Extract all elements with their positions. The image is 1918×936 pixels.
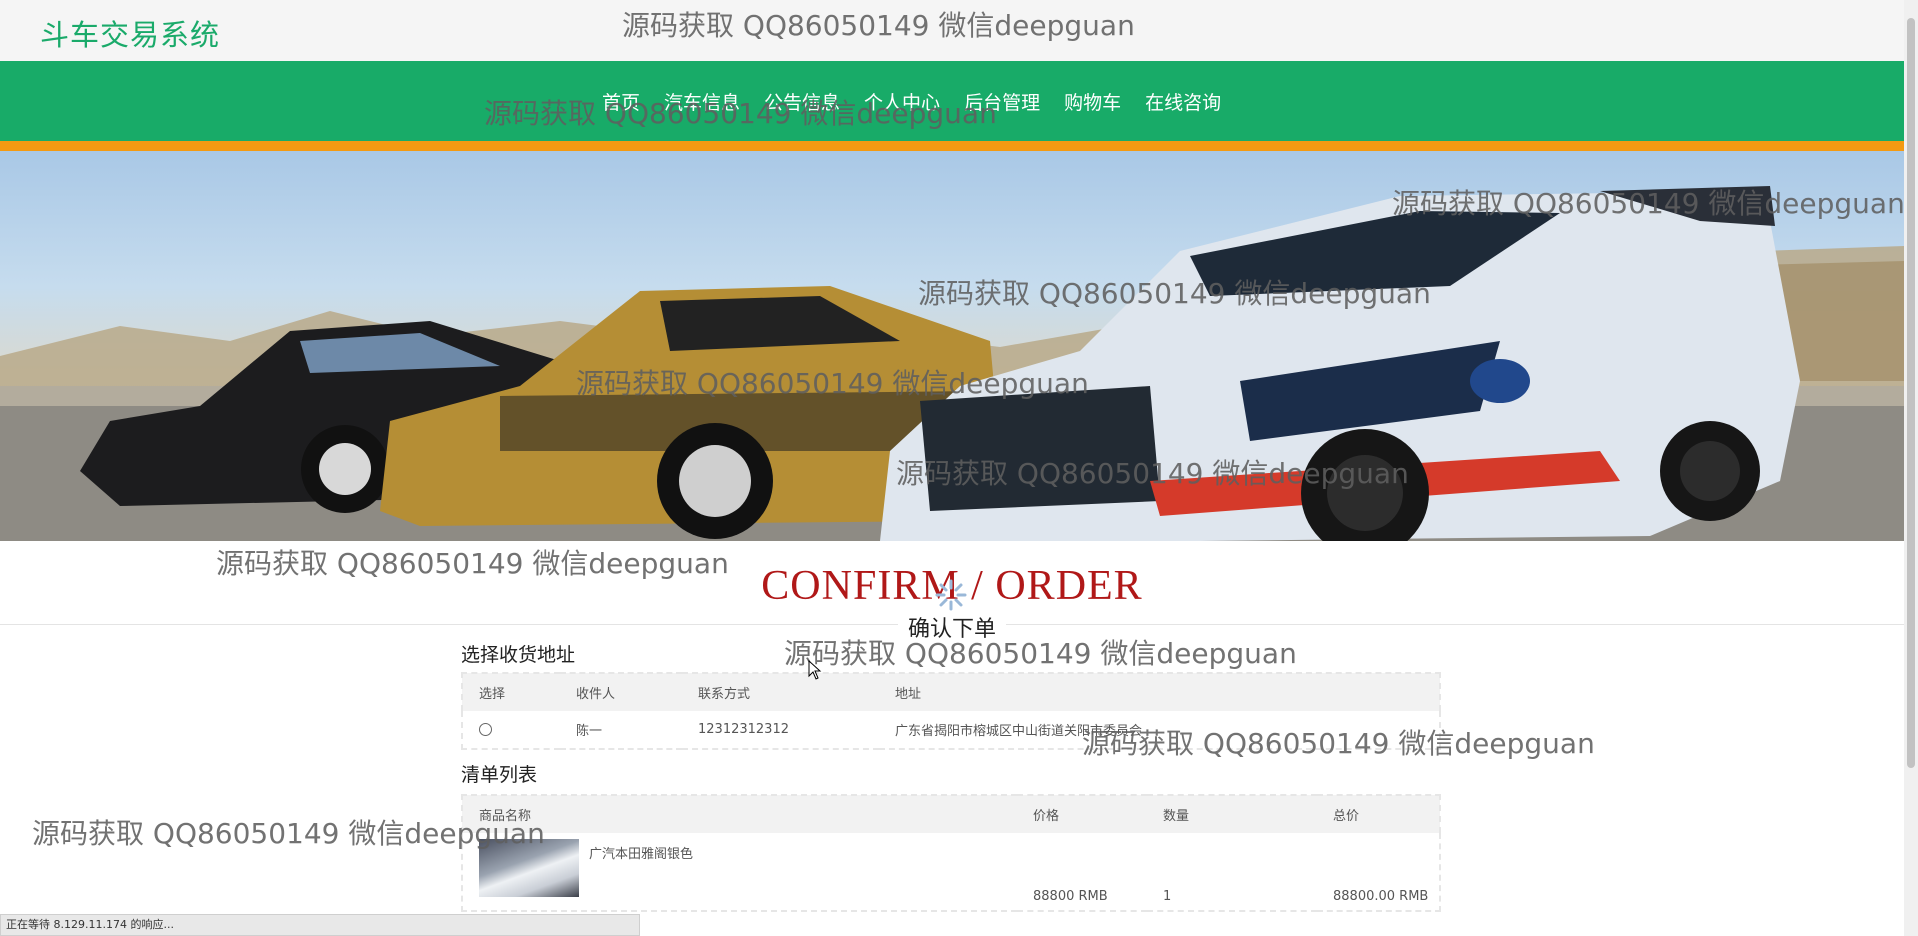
nav-item-car-info[interactable]: 汽车信息 xyxy=(652,88,752,115)
nav-item-admin[interactable]: 后台管理 xyxy=(952,88,1052,115)
site-title[interactable]: 斗车交易系统 xyxy=(40,12,220,54)
nav-accent-stripe xyxy=(0,141,1904,151)
items-table-header: 商品名称 价格 数量 总价 xyxy=(462,795,1440,833)
items-col-total: 总价 xyxy=(1333,809,1360,824)
list-section-title: 清单列表 xyxy=(461,764,538,786)
top-bar: 斗车交易系统 xyxy=(0,0,1904,61)
main-nav: 首页 汽车信息 公告信息 个人中心 后台管理 购物车 在线咨询 xyxy=(0,61,1904,141)
item-quantity: 1 xyxy=(1163,889,1172,904)
nav-item-consult[interactable]: 在线咨询 xyxy=(1133,88,1233,115)
item-name-cell: 广汽本田雅阁银色 xyxy=(462,833,1017,911)
address-col-phone: 联系方式 xyxy=(698,687,751,702)
address-col-address: 地址 xyxy=(895,687,922,702)
vertical-scrollbar[interactable] xyxy=(1904,0,1918,936)
items-col-price: 价格 xyxy=(1033,809,1060,824)
address-phone: 12312312312 xyxy=(698,722,789,737)
nav-item-announcements[interactable]: 公告信息 xyxy=(752,88,852,115)
nav-item-home[interactable]: 首页 xyxy=(590,88,652,115)
confirm-order-subtitle-text: 确认下单 xyxy=(897,617,1006,642)
address-table: 选择 收件人 联系方式 地址 陈一 12312312312 广东省揭阳市榕城区中… xyxy=(461,672,1441,750)
banner-image xyxy=(0,151,1904,541)
address-select-radio[interactable] xyxy=(479,723,492,736)
order-item-row: 广汽本田雅阁银色 88800 RMB 1 88800.00 RMB xyxy=(462,833,1440,911)
address-select-cell xyxy=(462,711,560,749)
address-section-title: 选择收货地址 xyxy=(461,644,576,666)
nav-menu: 首页 汽车信息 公告信息 个人中心 后台管理 购物车 在线咨询 xyxy=(590,61,1233,141)
nav-item-cart[interactable]: 购物车 xyxy=(1052,88,1133,115)
order-content: 选择收货地址 选择 收件人 联系方式 地址 陈一 12312312312 广东省… xyxy=(461,640,1441,912)
browser-status-bar: 正在等待 8.129.11.174 的响应... xyxy=(0,914,640,936)
item-name[interactable]: 广汽本田雅阁银色 xyxy=(589,843,693,862)
banner-cars-illustration xyxy=(0,186,1904,541)
address-detail: 广东省揭阳市榕城区中山街道关阳市委员会 xyxy=(895,724,1143,739)
address-col-recipient: 收件人 xyxy=(576,687,616,702)
items-col-name: 商品名称 xyxy=(479,809,532,824)
item-price: 88800 RMB xyxy=(1033,889,1108,904)
nav-item-personal-center[interactable]: 个人中心 xyxy=(852,88,952,115)
address-row[interactable]: 陈一 12312312312 广东省揭阳市榕城区中山街道关阳市委员会 xyxy=(462,711,1440,749)
item-thumbnail[interactable] xyxy=(479,839,579,897)
scrollbar-thumb[interactable] xyxy=(1907,18,1915,768)
mouse-cursor-icon xyxy=(808,660,822,680)
address-col-select: 选择 xyxy=(479,687,506,702)
address-recipient: 陈一 xyxy=(576,724,603,739)
item-total: 88800.00 RMB xyxy=(1333,889,1429,904)
page: 斗车交易系统 首页 汽车信息 公告信息 个人中心 后台管理 购物车 在线咨询 C… xyxy=(0,0,1918,936)
loading-spinner-icon xyxy=(935,579,967,611)
confirm-order-subtitle: 确认下单 xyxy=(0,611,1904,643)
order-items-table: 商品名称 价格 数量 总价 广汽本田雅阁银色 88800 RMB 1 88800… xyxy=(461,794,1441,912)
items-col-quantity: 数量 xyxy=(1163,809,1190,824)
address-table-header: 选择 收件人 联系方式 地址 xyxy=(462,673,1440,711)
